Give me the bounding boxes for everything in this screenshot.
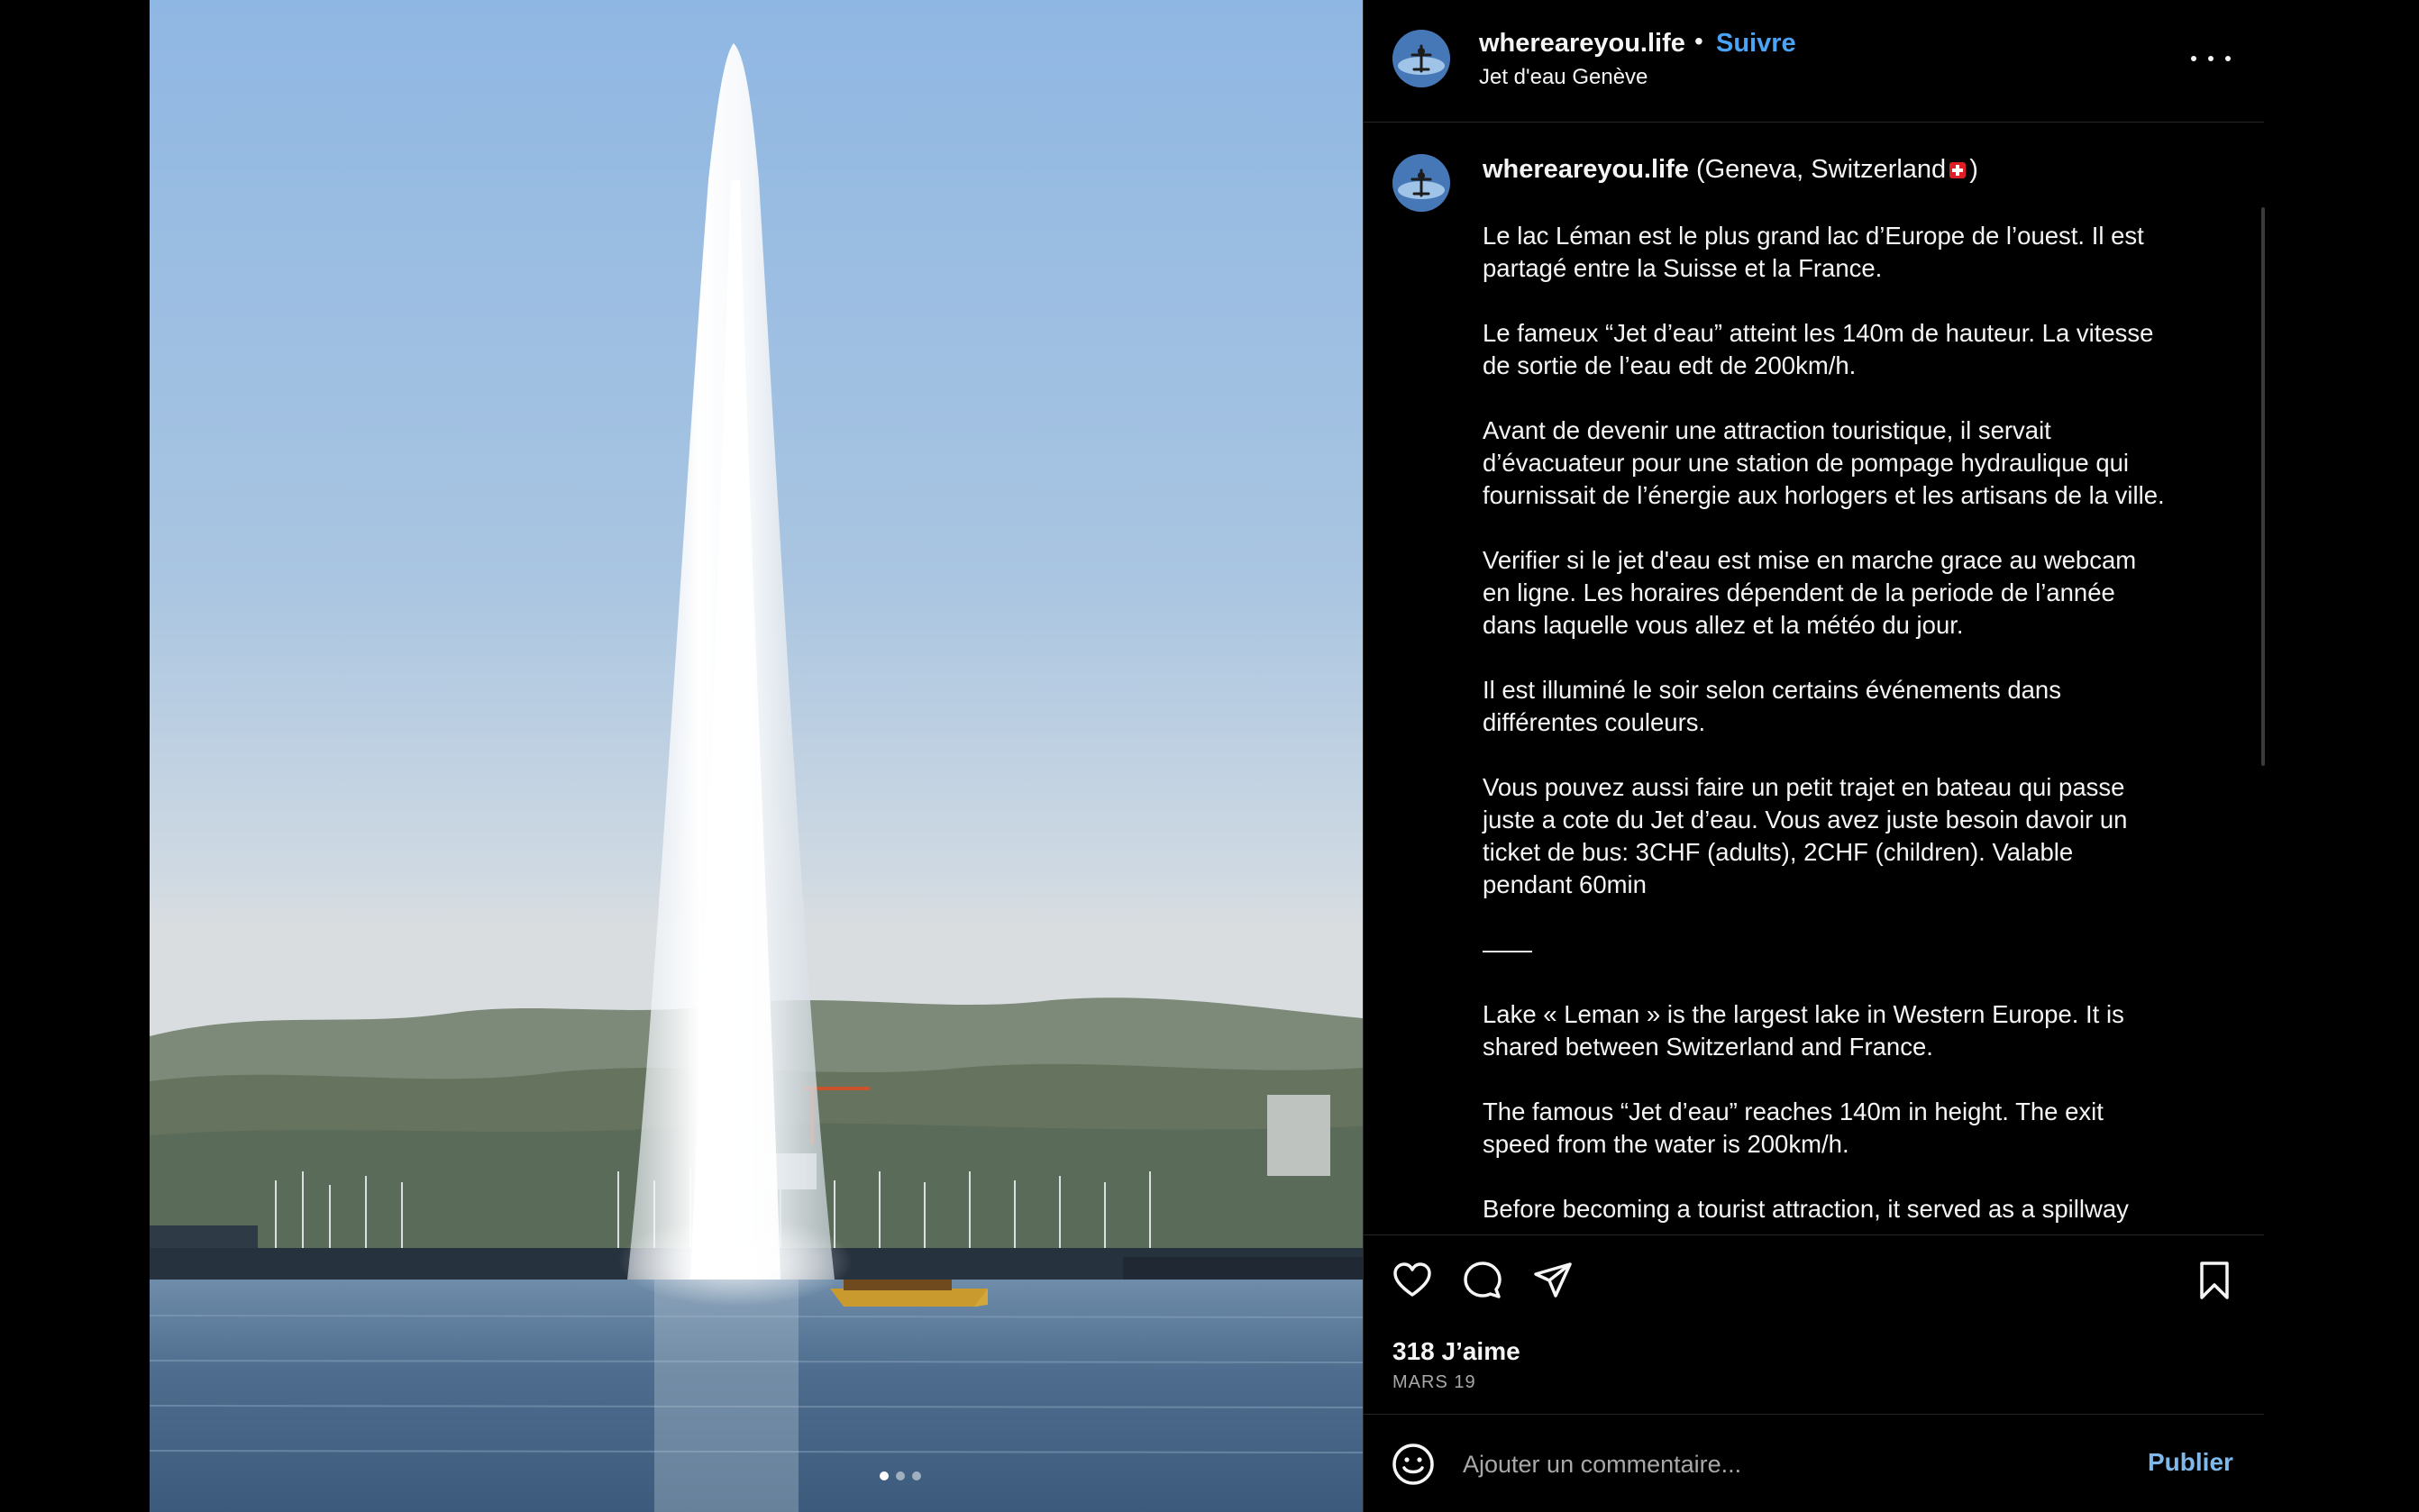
post-sidebar: whereareyou.life • Suivre Jet d'eau Genè… <box>1363 0 2265 1512</box>
avatar-image <box>1392 154 1450 212</box>
more-dots-icon <box>2191 56 2196 61</box>
share-button[interactable] <box>1531 1259 1575 1302</box>
action-bar: 318 J’aime MARS 19 <box>1364 1234 2264 1413</box>
carousel-dot-active <box>880 1471 889 1480</box>
post-header: whereareyou.life • Suivre Jet d'eau Genè… <box>1364 0 2264 123</box>
carousel-dot <box>896 1471 905 1480</box>
smiley-icon <box>1392 1444 1434 1485</box>
carousel-indicator <box>880 1471 921 1480</box>
like-button[interactable] <box>1391 1259 1434 1302</box>
caption-paragraph: Vous pouvez aussi faire un petit trajet … <box>1483 773 2128 898</box>
bookmark-icon <box>2200 1262 2229 1299</box>
carousel-dot <box>912 1471 921 1480</box>
avatar-image <box>1392 30 1450 87</box>
publish-button[interactable]: Publier <box>2148 1448 2233 1477</box>
post-date: MARS 19 <box>1392 1372 1476 1392</box>
caption-scrollbar[interactable] <box>2261 207 2265 766</box>
caption-paragraph: Le lac Léman est le plus grand lac d’Eur… <box>1483 222 2144 282</box>
jet-d-eau-image <box>150 0 1363 1512</box>
caption-location: (Geneva, Switzerland <box>1695 155 1947 184</box>
comment-button[interactable] <box>1461 1259 1504 1302</box>
likes-count[interactable]: 318 J’aime <box>1392 1337 1520 1366</box>
post-photo[interactable] <box>150 0 1363 1512</box>
caption-paragraph: Lake « Leman » is the largest lake in We… <box>1483 1000 2124 1061</box>
post-location[interactable]: Jet d'eau Genève <box>1479 65 1648 90</box>
paper-plane-icon <box>1534 1262 1572 1298</box>
more-options-button[interactable] <box>2191 45 2231 72</box>
swiss-flag-icon <box>1949 162 1967 178</box>
caption-scroll-area[interactable]: whereareyou.life (Geneva, Switzerland) L… <box>1364 123 2264 1234</box>
caption-paragraph: Le fameux “Jet d’eau” atteint les 140m d… <box>1483 319 2154 379</box>
save-button[interactable] <box>2193 1259 2236 1302</box>
follow-button[interactable]: Suivre <box>1716 29 1796 59</box>
caption-avatar[interactable] <box>1392 154 1450 212</box>
caption-paragraph: Verifier si le jet d'eau est mise en mar… <box>1483 546 2137 639</box>
emoji-button[interactable] <box>1391 1442 1436 1487</box>
comment-bar: Publier <box>1364 1414 2264 1512</box>
caption-paragraph: The famous “Jet d’eau” reaches 140m in h… <box>1483 1098 2104 1158</box>
dot-separator: • <box>1694 27 1703 55</box>
author-avatar[interactable] <box>1392 30 1450 87</box>
author-username[interactable]: whereareyou.life <box>1479 29 1685 59</box>
caption-body: whereareyou.life (Geneva, Switzerland) L… <box>1483 153 2222 1225</box>
caption-paragraph: Avant de devenir une attraction touristi… <box>1483 416 2165 509</box>
caption-paragraph: Before becoming a tourist attraction, it… <box>1483 1195 2129 1223</box>
heart-icon <box>1393 1262 1431 1297</box>
caption-location-close: ) <box>1969 155 1978 184</box>
caption-divider: —— <box>1483 935 1532 963</box>
comment-bubble-icon <box>1464 1262 1502 1298</box>
caption-username[interactable]: whereareyou.life <box>1483 155 1689 184</box>
caption-paragraph: Il est illuminé le soir selon certains é… <box>1483 676 2061 736</box>
comment-input[interactable] <box>1463 1442 2094 1487</box>
caption-header: whereareyou.life (Geneva, Switzerland) <box>1483 153 2222 186</box>
